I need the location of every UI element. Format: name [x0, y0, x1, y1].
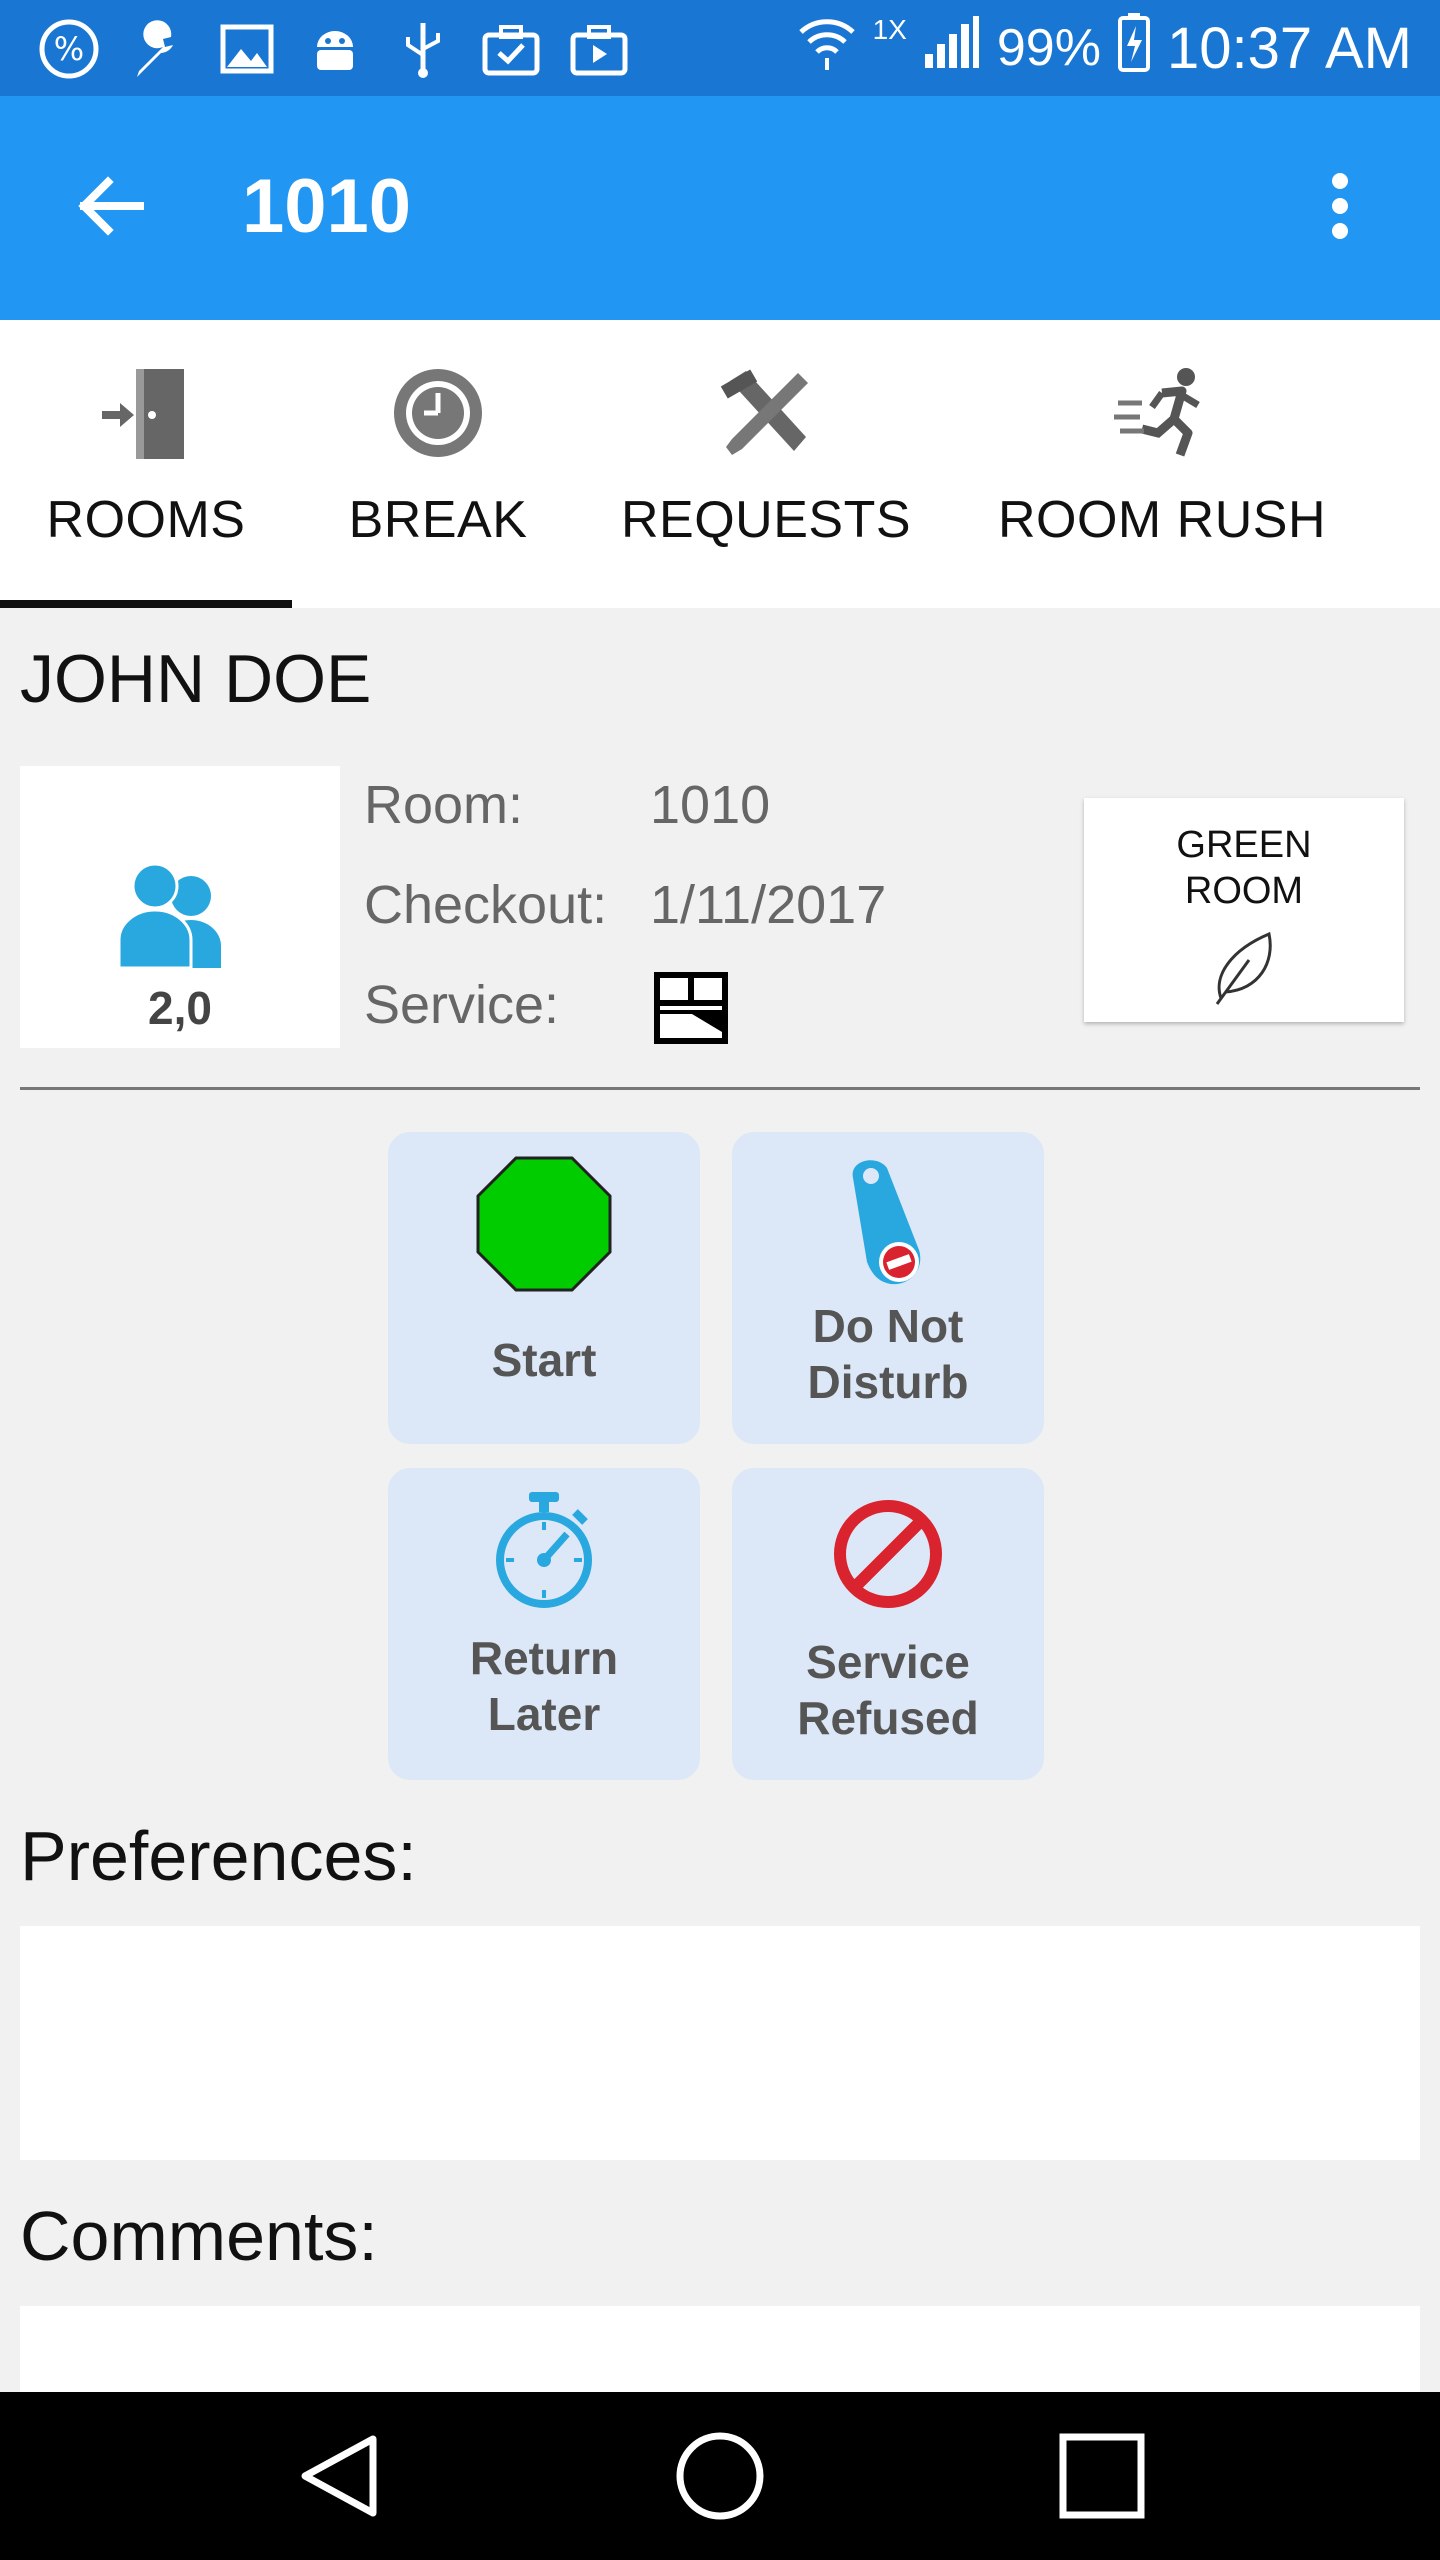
- square-recents-icon: [1059, 2433, 1145, 2519]
- door-hanger-icon: [833, 1154, 943, 1294]
- do-not-disturb-label: Do Not Disturb: [807, 1300, 969, 1408]
- tab-requests[interactable]: REQUESTS: [584, 320, 948, 608]
- service-refused-button[interactable]: Service Refused: [732, 1468, 1044, 1780]
- green-room-button[interactable]: GREEN ROOM: [1084, 798, 1404, 1022]
- green-room-label: GREEN ROOM: [1176, 824, 1312, 912]
- service-label: Service:: [364, 975, 560, 1035]
- tab-indicator: [0, 600, 292, 608]
- tab-label: REQUESTS: [620, 491, 912, 549]
- nav-recents-button[interactable]: [1052, 2426, 1152, 2526]
- android-icon: [304, 18, 366, 80]
- preferences-field[interactable]: [20, 1926, 1420, 2160]
- tab-label: ROOMS: [46, 491, 246, 549]
- page-title: 1010: [242, 164, 412, 249]
- tools-icon: [706, 358, 826, 468]
- image-icon: [216, 18, 278, 80]
- tab-label: ROOM RUSH: [997, 491, 1327, 549]
- comments-label: Comments:: [20, 2197, 378, 2275]
- room-label: Room:: [364, 775, 524, 835]
- do-not-disturb-button[interactable]: Do Not Disturb: [732, 1132, 1044, 1444]
- stopwatch-icon: [489, 1490, 599, 1614]
- briefcase-play-icon: [568, 18, 630, 80]
- briefcase-check-icon: [480, 18, 542, 80]
- tab-rooms[interactable]: ROOMS: [0, 320, 292, 608]
- room-value: 1010: [650, 775, 771, 835]
- nav-home-button[interactable]: [670, 2426, 770, 2526]
- status-bar: % 1X 99% 10:37 AM: [0, 0, 1440, 96]
- comments-field[interactable]: [20, 2306, 1420, 2392]
- start-label: Start: [491, 1334, 597, 1386]
- tab-room-rush[interactable]: ROOM RUSH: [948, 320, 1376, 608]
- checkout-label: Checkout:: [364, 875, 608, 935]
- system-nav-bar: [0, 2392, 1440, 2560]
- circle-home-icon: [676, 2432, 764, 2520]
- nav-back-button[interactable]: [290, 2426, 390, 2526]
- prohibited-icon: [832, 1498, 944, 1610]
- clock-time: 10:37 AM: [1166, 15, 1412, 81]
- return-later-label: Return Later: [469, 1632, 619, 1740]
- more-vertical-icon: [1332, 173, 1348, 239]
- return-later-button[interactable]: Return Later: [388, 1468, 700, 1780]
- service-refused-label: Service Refused: [797, 1636, 979, 1744]
- wifi-icon: [797, 14, 857, 83]
- occupancy-card: 2,0: [20, 766, 340, 1048]
- triangle-back-icon: [301, 2435, 377, 2517]
- clock-icon: [378, 358, 498, 468]
- network-type: 1X: [872, 14, 907, 45]
- leaf-icon: [1209, 926, 1279, 1011]
- signal-icon: [923, 14, 981, 83]
- tab-bar: ROOMS BREAK REQUESTS ROOM RUSH: [0, 320, 1440, 608]
- battery-percent: 99%: [996, 19, 1101, 77]
- percent-icon: %: [38, 18, 100, 80]
- svg-text:%: %: [54, 30, 84, 68]
- checkout-value: 1/11/2017: [650, 875, 887, 935]
- back-button[interactable]: [60, 156, 160, 256]
- app-bar: 1010: [0, 96, 1440, 320]
- guests-icon: [115, 862, 245, 977]
- stop-sign-icon: [476, 1156, 612, 1292]
- tab-label: BREAK: [348, 491, 528, 549]
- guest-name: JOHN DOE: [20, 641, 372, 717]
- wrench-icon: [128, 18, 190, 80]
- occupancy-count: 2,0: [148, 982, 212, 1034]
- preferences-label: Preferences:: [20, 1817, 417, 1895]
- running-person-icon: [1102, 358, 1222, 468]
- battery-charging-icon: [1117, 12, 1151, 85]
- arrow-left-icon: [78, 176, 144, 236]
- start-button[interactable]: Start: [388, 1132, 700, 1444]
- divider: [20, 1087, 1420, 1090]
- usb-icon: [392, 18, 454, 80]
- door-enter-icon: [86, 358, 206, 468]
- overflow-menu-button[interactable]: [1290, 156, 1390, 256]
- service-bed-icon: [652, 970, 730, 1051]
- tab-break[interactable]: BREAK: [292, 320, 584, 608]
